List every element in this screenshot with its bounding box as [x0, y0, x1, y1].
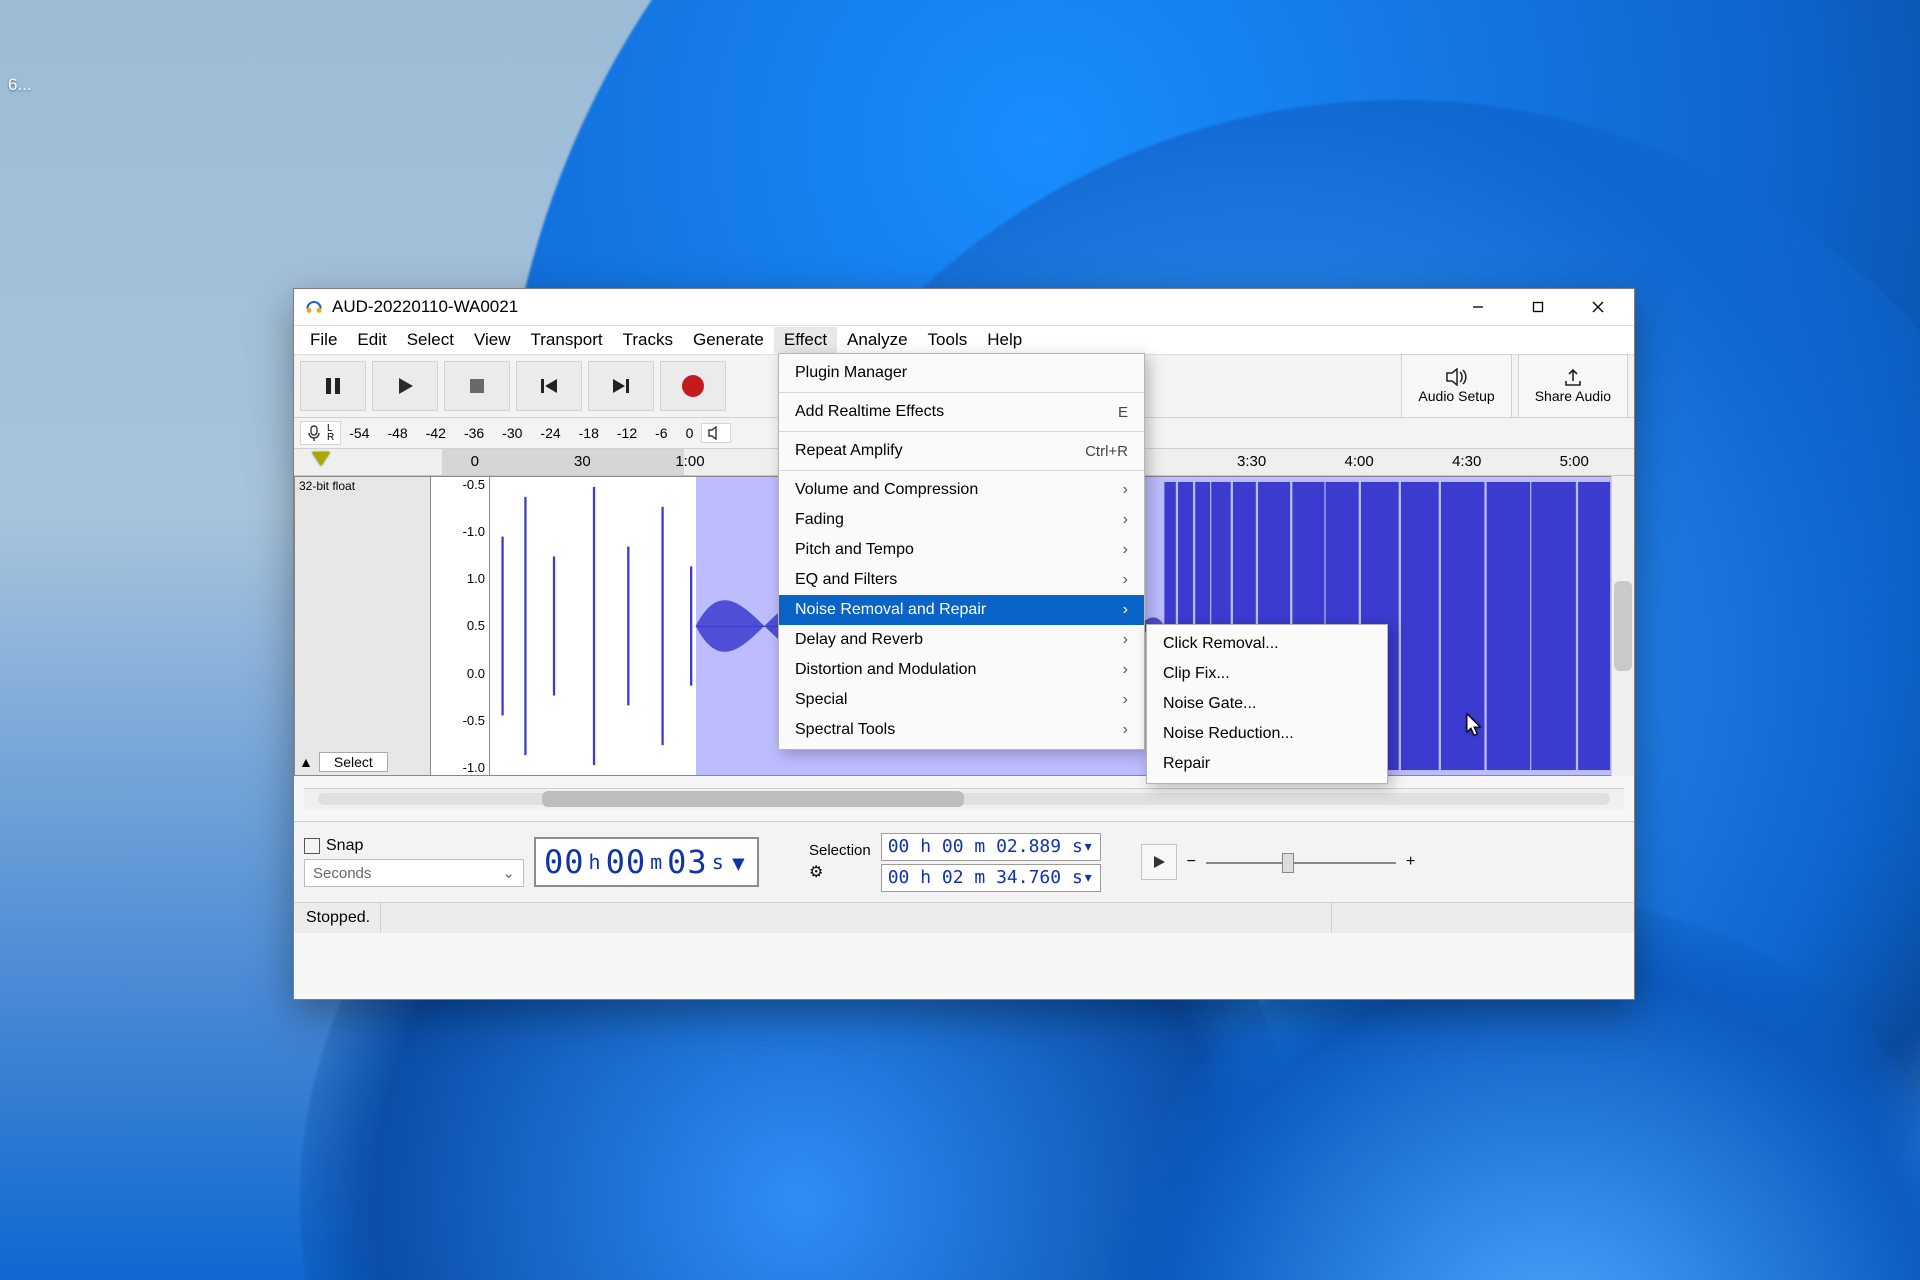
maximize-button[interactable]: [1508, 289, 1568, 325]
chevron-right-icon: ›: [1123, 691, 1128, 709]
status-bar: Stopped.: [294, 902, 1634, 933]
menu-analyze[interactable]: Analyze: [837, 327, 917, 353]
effect-menu-dropdown: Plugin Manager Add Realtime EffectsE Repea…: [778, 353, 1145, 750]
play-meter-button[interactable]: [701, 423, 731, 443]
gear-icon[interactable]: ⚙: [809, 862, 871, 882]
menu-item-special[interactable]: Special›: [779, 685, 1144, 715]
snap-label: Snap: [326, 837, 363, 855]
chevron-right-icon: ›: [1123, 511, 1128, 529]
menu-item-volume-and-compression[interactable]: Volume and Compression›: [779, 475, 1144, 505]
track-format-label: 32-bit float: [295, 477, 430, 495]
menubar: FileEditSelectViewTransportTracksGenerat…: [294, 326, 1634, 355]
chevron-right-icon: ›: [1123, 631, 1128, 649]
desktop-shortcut-label[interactable]: 6...: [8, 75, 32, 95]
submenu-item-click-removal-[interactable]: Click Removal...: [1147, 629, 1387, 659]
chevron-down-icon: ⌄: [502, 864, 515, 882]
position-time-display[interactable]: 00h 00m 03s▾: [534, 837, 759, 887]
titlebar[interactable]: AUD-20220110-WA0021: [294, 289, 1634, 326]
play-button[interactable]: [372, 361, 438, 411]
audio-setup-button[interactable]: Audio Setup: [1401, 354, 1511, 418]
playback-speed-slider[interactable]: [1206, 856, 1396, 868]
submenu-item-noise-gate-[interactable]: Noise Gate...: [1147, 689, 1387, 719]
close-button[interactable]: [1568, 289, 1628, 325]
menu-item-repeat-amplify[interactable]: Repeat AmplifyCtrl+R: [779, 436, 1144, 466]
submenu-item-repair[interactable]: Repair: [1147, 749, 1387, 779]
selection-label: Selection: [809, 842, 871, 859]
meter-scale: -54-48-42-36-30-24-18-12-60: [349, 425, 693, 441]
app-window: AUD-20220110-WA0021 FileEditSelectViewTr…: [293, 288, 1635, 1000]
desktop: 6... AUD-20220110-WA0021 FileEditSelectV…: [0, 0, 1920, 1280]
menu-item-eq-and-filters[interactable]: EQ and Filters›: [779, 565, 1144, 595]
selection-toolbar: Snap Seconds ⌄ 00h 00m 03s▾ Selection ⚙ …: [294, 821, 1634, 902]
record-button[interactable]: [660, 361, 726, 411]
horizontal-scrollbar[interactable]: [304, 788, 1624, 809]
status-text: Stopped.: [306, 903, 381, 933]
selection-start-display[interactable]: 00 h 00 m 02.889 s▾: [881, 833, 1101, 861]
menu-view[interactable]: View: [464, 327, 521, 353]
menu-tracks[interactable]: Tracks: [613, 327, 683, 353]
window-title: AUD-20220110-WA0021: [332, 297, 518, 317]
noise-removal-submenu: Click Removal...Clip Fix...Noise Gate...…: [1146, 624, 1388, 784]
skip-start-button[interactable]: [516, 361, 582, 411]
menu-item-spectral-tools[interactable]: Spectral Tools›: [779, 715, 1144, 745]
track-control-panel[interactable]: 32-bit float ▲ Select: [294, 476, 431, 776]
share-audio-button[interactable]: Share Audio: [1518, 354, 1628, 418]
menu-item-fading[interactable]: Fading›: [779, 505, 1144, 535]
chevron-right-icon: ›: [1123, 571, 1128, 589]
mic-icon: [307, 425, 321, 441]
collapse-icon[interactable]: ▲: [299, 754, 313, 770]
skip-end-button[interactable]: [588, 361, 654, 411]
menu-effect[interactable]: Effect: [774, 327, 837, 353]
submenu-item-noise-reduction-[interactable]: Noise Reduction...: [1147, 719, 1387, 749]
menu-item-add-realtime-effects[interactable]: Add Realtime EffectsE: [779, 397, 1144, 427]
menu-generate[interactable]: Generate: [683, 327, 774, 353]
track-select-button[interactable]: Select: [319, 752, 388, 772]
record-meter-button[interactable]: LR: [300, 421, 341, 445]
snap-units-combo[interactable]: Seconds ⌄: [304, 859, 524, 887]
vertical-scrollbar[interactable]: [1611, 476, 1634, 776]
speaker-icon: [1446, 368, 1468, 386]
menu-item-plugin-manager[interactable]: Plugin Manager: [779, 358, 1144, 388]
menu-transport[interactable]: Transport: [521, 327, 613, 353]
chevron-right-icon: ›: [1123, 541, 1128, 559]
submenu-item-clip-fix-[interactable]: Clip Fix...: [1147, 659, 1387, 689]
menu-item-delay-and-reverb[interactable]: Delay and Reverb›: [779, 625, 1144, 655]
share-icon: [1563, 368, 1583, 386]
menu-item-noise-removal-and-repair[interactable]: Noise Removal and Repair›: [779, 595, 1144, 625]
chevron-right-icon: ›: [1123, 601, 1128, 619]
chevron-right-icon: ›: [1123, 721, 1128, 739]
play-at-speed-button[interactable]: [1141, 844, 1177, 880]
amplitude-scale: -0.5-1.01.00.50.0-0.5-1.0: [431, 476, 489, 776]
menu-edit[interactable]: Edit: [347, 327, 396, 353]
menu-item-distortion-and-modulation[interactable]: Distortion and Modulation›: [779, 655, 1144, 685]
stop-button[interactable]: [444, 361, 510, 411]
playhead-marker-icon[interactable]: [312, 452, 330, 466]
menu-item-pitch-and-tempo[interactable]: Pitch and Tempo›: [779, 535, 1144, 565]
app-icon: [304, 297, 324, 317]
speed-minus: −: [1187, 853, 1196, 871]
chevron-right-icon: ›: [1123, 481, 1128, 499]
minimize-button[interactable]: [1448, 289, 1508, 325]
menu-help[interactable]: Help: [977, 327, 1032, 353]
selection-end-display[interactable]: 00 h 02 m 34.760 s▾: [881, 864, 1101, 892]
chevron-right-icon: ›: [1123, 661, 1128, 679]
speaker-small-icon: [708, 426, 724, 440]
pause-button[interactable]: [300, 361, 366, 411]
audio-setup-label: Audio Setup: [1418, 388, 1494, 404]
menu-tools[interactable]: Tools: [918, 327, 978, 353]
snap-checkbox[interactable]: [304, 838, 320, 854]
cursor-icon: [1466, 713, 1484, 739]
share-audio-label: Share Audio: [1535, 388, 1611, 404]
menu-select[interactable]: Select: [397, 327, 464, 353]
menu-file[interactable]: File: [300, 327, 347, 353]
speed-plus: +: [1406, 853, 1415, 871]
